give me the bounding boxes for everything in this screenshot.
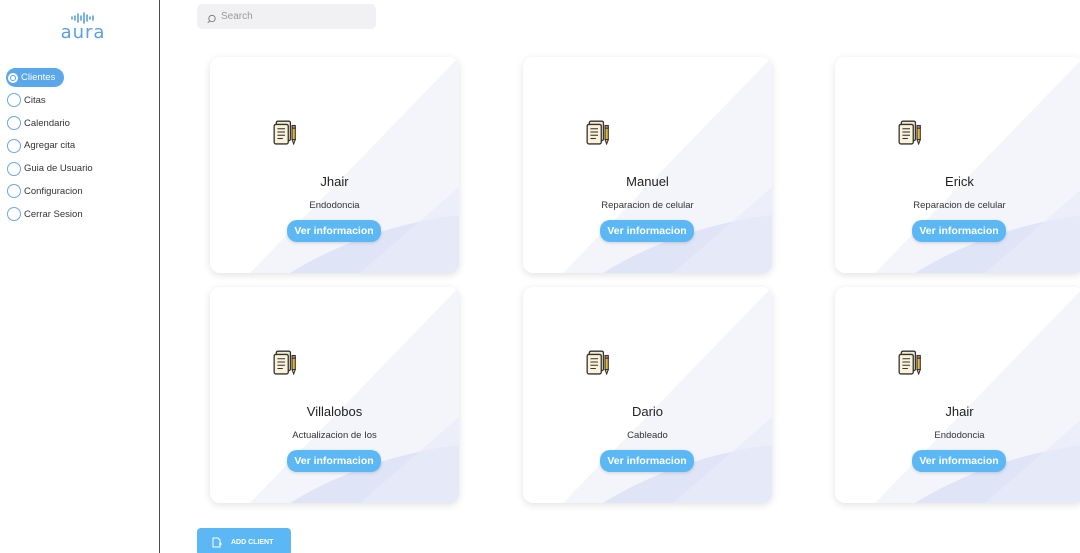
sidebar: aura Clientes Citas Calendario Agregar c… [0,0,160,553]
client-service: Actualizacion de Ios [292,430,377,441]
document-pen-icon [586,120,609,145]
sidebar-item-label: Configuracion [24,185,83,197]
client-name: Manuel [626,174,669,189]
sidebar-item-clientes[interactable]: Clientes [6,68,64,87]
sidebar-item-label: Agregar cita [24,140,76,152]
sidebar-item-label: Guia de Usuario [24,163,93,175]
sidebar-item-guia-de-usuario[interactable]: Guia de Usuario [7,159,93,178]
document-pen-icon [898,350,921,375]
search-bar[interactable] [197,4,376,29]
client-name: Dario [631,404,664,419]
logo-text: aura [60,22,106,43]
search-input[interactable] [221,11,371,22]
radio-selected-icon [8,72,18,83]
client-service: Endodoncia [309,200,360,211]
document-pen-icon [586,350,609,375]
sidebar-item-label: Clientes [21,72,56,83]
client-service: Reparacion de celular [601,200,694,211]
client-name: Jhair [320,174,349,189]
client-name: Erick [945,174,974,189]
sidebar-nav: Clientes Citas Calendario Agregar cita G… [6,68,93,228]
add-client-label: ADD CLIENT [231,538,274,546]
radio-icon [7,93,21,108]
client-card: Dario Cableado Ver informacion [523,287,772,503]
radio-icon [7,184,21,199]
add-document-icon [212,537,222,547]
ver-informacion-button[interactable]: Ver informacion [600,220,694,242]
sidebar-item-label: Calendario [24,117,70,129]
ver-informacion-button[interactable]: Ver informacion [912,450,1006,472]
client-name: Villalobos [306,404,363,419]
ver-informacion-button[interactable]: Ver informacion [287,220,381,242]
sidebar-item-configuracion[interactable]: Configuracion [7,182,93,201]
document-pen-icon [273,350,296,375]
client-card: Jhair Endodoncia Ver informacion [210,57,459,273]
client-card: Manuel Reparacion de celular Ver informa… [523,57,772,273]
search-icon [207,14,216,23]
client-service: Endodoncia [934,430,985,441]
logo[interactable]: aura [58,12,108,43]
radio-icon [7,138,21,153]
document-pen-icon [273,120,296,145]
client-service: Cableado [627,430,668,441]
document-pen-icon [898,120,921,145]
client-card: Villalobos Actualizacion de Ios Ver info… [210,287,459,503]
sidebar-item-calendario[interactable]: Calendario [7,114,93,133]
ver-informacion-button[interactable]: Ver informacion [600,450,694,472]
add-client-button[interactable]: ADD CLIENT [197,528,291,553]
radio-icon [7,207,21,222]
client-service: Reparacion de celular [913,200,1006,211]
sidebar-item-agregar-cita[interactable]: Agregar cita [7,136,93,155]
sidebar-item-cerrar-sesion[interactable]: Cerrar Sesion [7,205,93,224]
sidebar-item-label: Citas [24,94,46,106]
client-card: Jhair Endodoncia Ver informacion [835,287,1080,503]
radio-icon [7,116,21,131]
sidebar-item-label: Cerrar Sesion [24,208,83,220]
ver-informacion-button[interactable]: Ver informacion [912,220,1006,242]
ver-informacion-button[interactable]: Ver informacion [287,450,381,472]
client-card: Erick Reparacion de celular Ver informac… [835,57,1080,273]
client-name: Jhair [945,404,974,419]
sidebar-item-citas[interactable]: Citas [7,91,93,110]
radio-icon [7,161,21,176]
